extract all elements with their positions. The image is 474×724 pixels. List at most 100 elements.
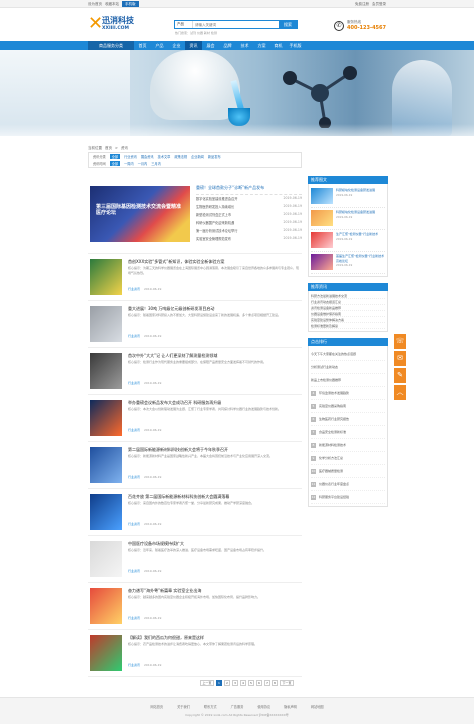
nav-item[interactable]: 品牌 <box>219 41 236 50</box>
footer-link[interactable]: 广告服务 <box>231 704 244 709</box>
sidebar-recommend-item[interactable]: 科研模块化检测设备研发进展 2019-06-19 <box>311 186 385 208</box>
hero-banner[interactable] <box>0 50 474 136</box>
article-title[interactable]: 首创XXX实验“多管式”新知识，体验实验全新体验方案 <box>128 259 224 265</box>
nav-item[interactable]: 首页 <box>134 41 151 50</box>
breadcrumb-home[interactable]: 首页 <box>105 146 112 151</box>
feature-list-item[interactable]: 生物医药研发投入持续增长 2019-06-19 <box>196 202 302 210</box>
sidebar-rank-item[interactable]: 8 新能源材料检测技术 <box>311 439 385 452</box>
article-thumbnail[interactable] <box>90 541 122 577</box>
feature-list-item[interactable]: 第一届分析测试技术论坛举行 2019-06-19 <box>196 226 302 234</box>
article-title[interactable]: 首次中外“大大”记 让人们更深刻了解测量检测领域 <box>128 353 217 359</box>
article-tag[interactable]: 行业资讯 <box>128 569 140 573</box>
footer-link[interactable]: 联系方式 <box>204 704 217 709</box>
site-logo[interactable]: ✕ 迅消科技 XXIIII.COM <box>88 14 144 36</box>
article-tag[interactable]: 行业资讯 <box>128 616 140 620</box>
article-title[interactable]: 奋力谱写“海外粤”新篇章 实验室企业出海 <box>128 588 201 594</box>
login-link[interactable]: 会员登录 <box>372 1 386 7</box>
sidebar-rank-item[interactable]: 12 科研服务平台建设经验 <box>311 491 385 504</box>
nav-item[interactable]: 资讯 <box>185 41 202 50</box>
article-tag[interactable]: 行业资讯 <box>128 381 140 385</box>
nav-item[interactable]: 展会 <box>202 41 219 50</box>
page-button[interactable]: 2 <box>224 680 230 686</box>
article-thumbnail[interactable] <box>90 635 122 671</box>
sidebar-rank-item[interactable]: 10 医疗器械质量检测 <box>311 465 385 478</box>
footer-link[interactable]: 网站首页 <box>150 704 163 709</box>
footer-link[interactable]: 网站地图 <box>311 704 324 709</box>
phone-icon[interactable]: ☏ <box>394 334 406 349</box>
filter-option[interactable]: 行业资讯 <box>124 154 137 159</box>
chat-icon[interactable]: ✉ <box>394 351 406 366</box>
article-title[interactable]: 百花齐放 第二届国际新能源新材料科技创新大会圆满落幕 <box>128 494 229 500</box>
footer-link[interactable]: 关于我们 <box>177 704 190 709</box>
sidebar-rank-item[interactable]: 4 环境监测技术发展趋势 <box>311 387 385 400</box>
nav-item[interactable]: 技术 <box>236 41 253 50</box>
page-button[interactable]: 6 <box>256 680 262 686</box>
article-tag[interactable]: 行业资讯 <box>128 428 140 432</box>
article-title[interactable]: 重大进展！30吨 万吨级亿元级创新研发项目启动 <box>128 306 214 312</box>
article-tag[interactable]: 行业资讯 <box>128 522 140 526</box>
filter-option[interactable]: 全部 <box>109 161 121 166</box>
breadcrumb-current[interactable]: 资讯 <box>121 146 128 151</box>
feature-list-item[interactable]: 科研仪器国产化迎来新机遇 2019-06-19 <box>196 218 302 226</box>
page-button[interactable]: 7 <box>264 680 270 686</box>
sidebar-rank-item[interactable]: 3新品上市检测仪器推荐 <box>311 374 385 387</box>
article-title[interactable]: 【解读】我们的西瓜为何很甜，原来是这样 <box>128 635 204 641</box>
filter-option[interactable]: 政策法规 <box>174 154 187 159</box>
sidebar-rank-item[interactable]: 1今天下午大家都在关注的热点话题 <box>311 348 385 361</box>
sidebar-recommend-item[interactable]: 科研模块化检测设备研发进展 2019-06-19 <box>311 208 385 230</box>
feature-list-item[interactable]: 数字化实验室建设推进会召开 2019-06-19 <box>196 194 302 202</box>
nav-category-button[interactable]: 商品服务分类 <box>88 41 134 50</box>
sidebar-recommend-item[interactable]: 生产汇聚“检测仪器”行业新技术 2019-06-19 <box>311 230 385 252</box>
page-button[interactable]: 上一页 <box>200 680 214 686</box>
article-tag[interactable]: 行业资讯 <box>128 663 140 667</box>
article-title[interactable]: 举办重磅会议新品发布大会成功召开 科研服务再升级 <box>128 400 221 406</box>
feature-image[interactable]: 第三届国际基因检测技术交流会暨精准医疗论坛 <box>90 186 190 242</box>
top-icon[interactable]: ︿ <box>394 385 406 400</box>
filter-option[interactable]: 新品发布 <box>208 154 221 159</box>
nav-item[interactable]: 产品 <box>151 41 168 50</box>
set-home-link[interactable]: 设为首页 <box>88 1 102 7</box>
page-button[interactable]: 4 <box>240 680 246 686</box>
footer-link[interactable]: 使用协议 <box>257 704 270 709</box>
filter-option[interactable]: 三月内 <box>151 161 161 166</box>
page-button[interactable]: 1 <box>216 680 222 686</box>
sidebar-rank-item[interactable]: 11 仪器仪表行业年度盘点 <box>311 478 385 491</box>
article-thumbnail[interactable] <box>90 259 122 295</box>
filter-option[interactable]: 技术文章 <box>158 154 171 159</box>
sidebar-recommend-item[interactable]: 首届生产汇聚“检测仪器”行业新技术高峰论坛 2019-06-19 <box>311 252 385 274</box>
article-tag[interactable]: 行业资讯 <box>128 287 140 291</box>
article-title[interactable]: 中国医疗设备市场规模持续扩大 <box>128 541 184 547</box>
page-button[interactable]: 下一页 <box>280 680 294 686</box>
feature-list-item[interactable]: 实验室安全管理规范发布 2019-06-19 <box>196 234 302 242</box>
article-thumbnail[interactable] <box>90 447 122 483</box>
mobile-version-button[interactable]: 手机版 <box>122 1 139 7</box>
edit-icon[interactable]: ✎ <box>394 368 406 383</box>
nav-item[interactable]: 手机版 <box>287 41 304 50</box>
page-button[interactable]: 3 <box>232 680 238 686</box>
footer-link[interactable]: 隐私声明 <box>284 704 297 709</box>
article-title[interactable]: 第二届国际新能源新材料科技创新大会将于今年秋季召开 <box>128 447 228 453</box>
search-button[interactable]: 搜索 <box>279 21 297 28</box>
sidebar-rank-item[interactable]: 6 生物医药行业研究报告 <box>311 413 385 426</box>
feature-list-item[interactable]: 新型检测试剂盒正式上市 2019-06-19 <box>196 210 302 218</box>
sidebar-rank-item[interactable]: 2分析测试行业新动态 <box>311 361 385 374</box>
sidebar-rank-item[interactable]: 7 食品安全检测新标准 <box>311 426 385 439</box>
article-thumbnail[interactable] <box>90 400 122 436</box>
search-type-select[interactable]: 产品 <box>175 21 193 28</box>
filter-option[interactable]: 全部 <box>109 154 121 159</box>
register-link[interactable]: 免费注册 <box>355 1 369 7</box>
article-thumbnail[interactable] <box>90 353 122 389</box>
filter-option[interactable]: 一月内 <box>138 161 148 166</box>
filter-option[interactable]: 展会资讯 <box>141 154 154 159</box>
article-tag[interactable]: 行业资讯 <box>128 475 140 479</box>
article-thumbnail[interactable] <box>90 494 122 530</box>
filter-option[interactable]: 企业新闻 <box>191 154 204 159</box>
nav-item[interactable]: 商机 <box>270 41 287 50</box>
sidebar-rank-item[interactable]: 5 实验室仪器采购指南 <box>311 400 385 413</box>
nav-item[interactable]: 方案 <box>253 41 270 50</box>
page-button[interactable]: 5 <box>248 680 254 686</box>
sidebar-rank-item[interactable]: 9 化学分析方法汇总 <box>311 452 385 465</box>
sidebar-hot-link[interactable]: 检测标准更新及解读 <box>311 323 385 329</box>
article-thumbnail[interactable] <box>90 588 122 624</box>
article-thumbnail[interactable] <box>90 306 122 342</box>
